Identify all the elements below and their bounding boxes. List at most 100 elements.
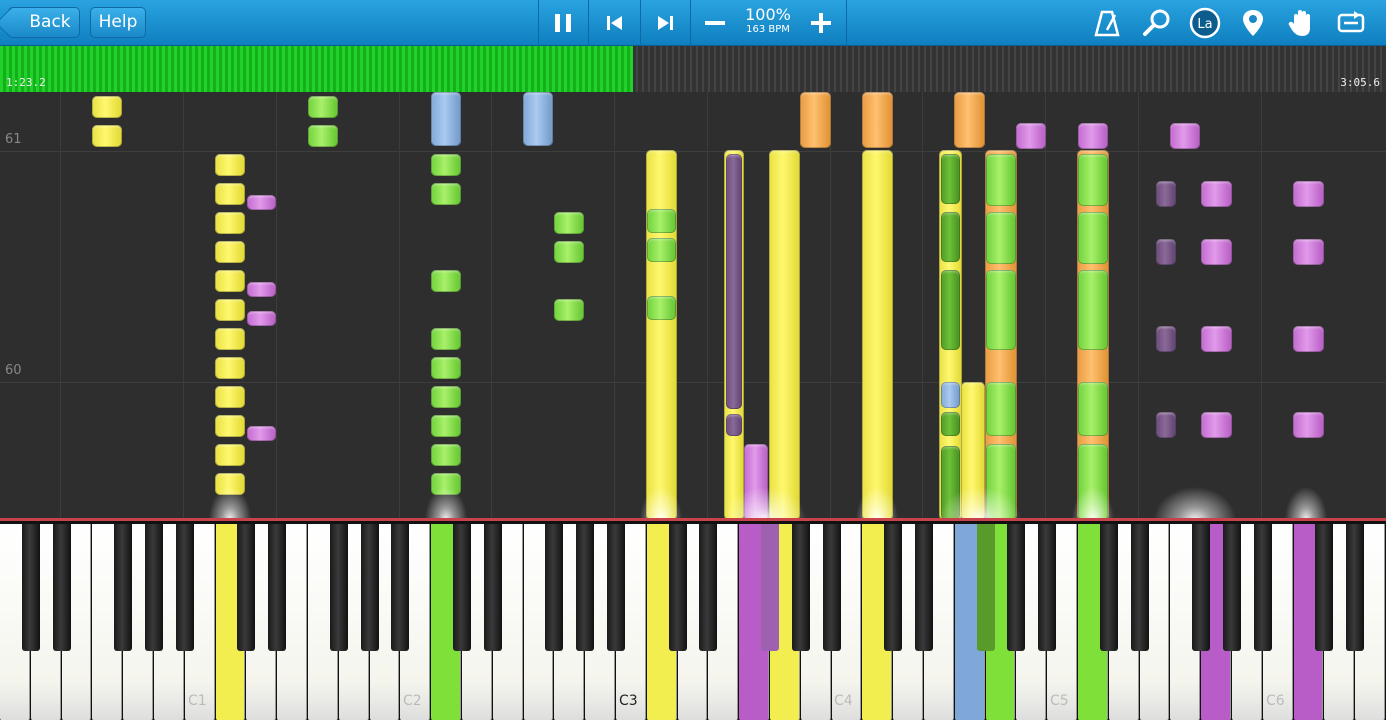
- grid-line: [491, 92, 492, 520]
- plus-icon[interactable]: [804, 6, 838, 40]
- black-key[interactable]: [1099, 524, 1118, 651]
- grid-line: [60, 92, 61, 520]
- black-key[interactable]: [1007, 524, 1026, 651]
- black-key[interactable]: [1346, 524, 1365, 651]
- falling-note: [554, 212, 584, 234]
- black-key[interactable]: [453, 524, 471, 651]
- zoom-icon[interactable]: [1140, 6, 1174, 40]
- black-key[interactable]: [483, 524, 502, 651]
- hit-sparkle: [207, 484, 253, 520]
- falling-note: [986, 382, 1016, 436]
- black-key[interactable]: [114, 524, 133, 651]
- toolbar-divider: [538, 0, 539, 46]
- black-key[interactable]: [545, 524, 564, 651]
- black-key[interactable]: [1223, 524, 1241, 651]
- black-key[interactable]: [915, 524, 933, 651]
- note-waterfall: 61 60: [0, 92, 1386, 520]
- back-button[interactable]: Back: [8, 7, 80, 38]
- black-key[interactable]: [761, 524, 779, 651]
- falling-note: [862, 92, 893, 148]
- hit-sparkle: [1150, 484, 1240, 520]
- black-key[interactable]: [329, 524, 348, 651]
- note-label-icon[interactable]: La: [1188, 6, 1222, 40]
- black-key[interactable]: [884, 524, 903, 651]
- black-key[interactable]: [268, 524, 287, 651]
- pause-icon[interactable]: [546, 6, 580, 40]
- grid-line: [1045, 92, 1046, 520]
- skip-back-icon[interactable]: [598, 6, 632, 40]
- hit-sparkle: [854, 484, 900, 520]
- falling-note: [431, 270, 461, 292]
- black-key[interactable]: [1253, 524, 1272, 651]
- skip-forward-icon[interactable]: [648, 6, 682, 40]
- metronome-icon[interactable]: [1090, 6, 1124, 40]
- black-key[interactable]: [145, 524, 163, 651]
- falling-note: [1078, 212, 1108, 264]
- black-key[interactable]: [576, 524, 595, 651]
- falling-note: [431, 183, 461, 205]
- toolbar-divider: [588, 0, 589, 46]
- falling-note: [431, 154, 461, 176]
- black-key[interactable]: [175, 524, 194, 651]
- tempo-percent: 100%: [745, 5, 791, 24]
- black-key[interactable]: [822, 524, 841, 651]
- hand-icon[interactable]: [1284, 6, 1318, 40]
- grid-line: [183, 92, 184, 520]
- grid-line: [1261, 92, 1262, 520]
- black-key[interactable]: [607, 524, 625, 651]
- black-key[interactable]: [1130, 524, 1149, 651]
- falling-note: [1293, 326, 1324, 352]
- black-key[interactable]: [21, 524, 40, 651]
- octave-label: C1: [188, 693, 207, 709]
- black-key[interactable]: [1192, 524, 1211, 651]
- falling-note: [215, 241, 245, 263]
- falling-note: [247, 426, 276, 441]
- falling-note: [247, 282, 276, 297]
- black-key[interactable]: [668, 524, 687, 651]
- falling-note: [523, 92, 553, 146]
- falling-note: [941, 154, 960, 204]
- falling-note: [215, 270, 245, 292]
- black-key[interactable]: [976, 524, 995, 651]
- falling-note: [92, 96, 122, 118]
- falling-note: [647, 296, 676, 320]
- synthesia-window: Back Help 100% 163 BPM La 1:23.2 3:05.6 …: [0, 0, 1386, 720]
- falling-note: [1016, 123, 1046, 149]
- minus-icon[interactable]: [698, 6, 732, 40]
- falling-note: [247, 311, 276, 326]
- falling-note: [1293, 412, 1324, 438]
- falling-note: [1156, 239, 1176, 265]
- toolbar-divider: [690, 0, 691, 46]
- falling-note: [862, 150, 893, 520]
- total-time: 3:05.6: [1340, 76, 1380, 89]
- black-key[interactable]: [391, 524, 410, 651]
- help-button[interactable]: Help: [90, 7, 146, 38]
- black-key[interactable]: [791, 524, 810, 651]
- falling-note: [800, 92, 831, 148]
- loop-icon[interactable]: [1334, 6, 1368, 40]
- black-key[interactable]: [1038, 524, 1057, 651]
- piano-keyboard[interactable]: C1 C2 C3 C4 C5 C6: [0, 518, 1386, 720]
- black-key[interactable]: [237, 524, 256, 651]
- grid-line: [1138, 92, 1139, 520]
- grid-line: [830, 92, 831, 520]
- falling-note: [726, 154, 742, 409]
- falling-note: [247, 195, 276, 210]
- tempo-bpm: 163 BPM: [746, 24, 790, 35]
- hit-sparkle: [1070, 484, 1116, 520]
- grid-line: [922, 92, 923, 520]
- song-progress-bar[interactable]: 1:23.2 3:05.6: [0, 46, 1386, 92]
- hit-sparkle: [935, 484, 1025, 520]
- falling-note: [1156, 412, 1176, 438]
- black-key[interactable]: [360, 524, 379, 651]
- falling-note: [431, 92, 461, 146]
- black-key[interactable]: [1315, 524, 1334, 651]
- octave-label: C5: [1050, 693, 1069, 709]
- falling-note: [431, 386, 461, 408]
- falling-note: [1156, 326, 1176, 352]
- black-key[interactable]: [699, 524, 718, 651]
- falling-note: [941, 212, 960, 262]
- black-key[interactable]: [52, 524, 71, 651]
- location-pin-icon[interactable]: [1236, 6, 1270, 40]
- falling-note: [215, 357, 245, 379]
